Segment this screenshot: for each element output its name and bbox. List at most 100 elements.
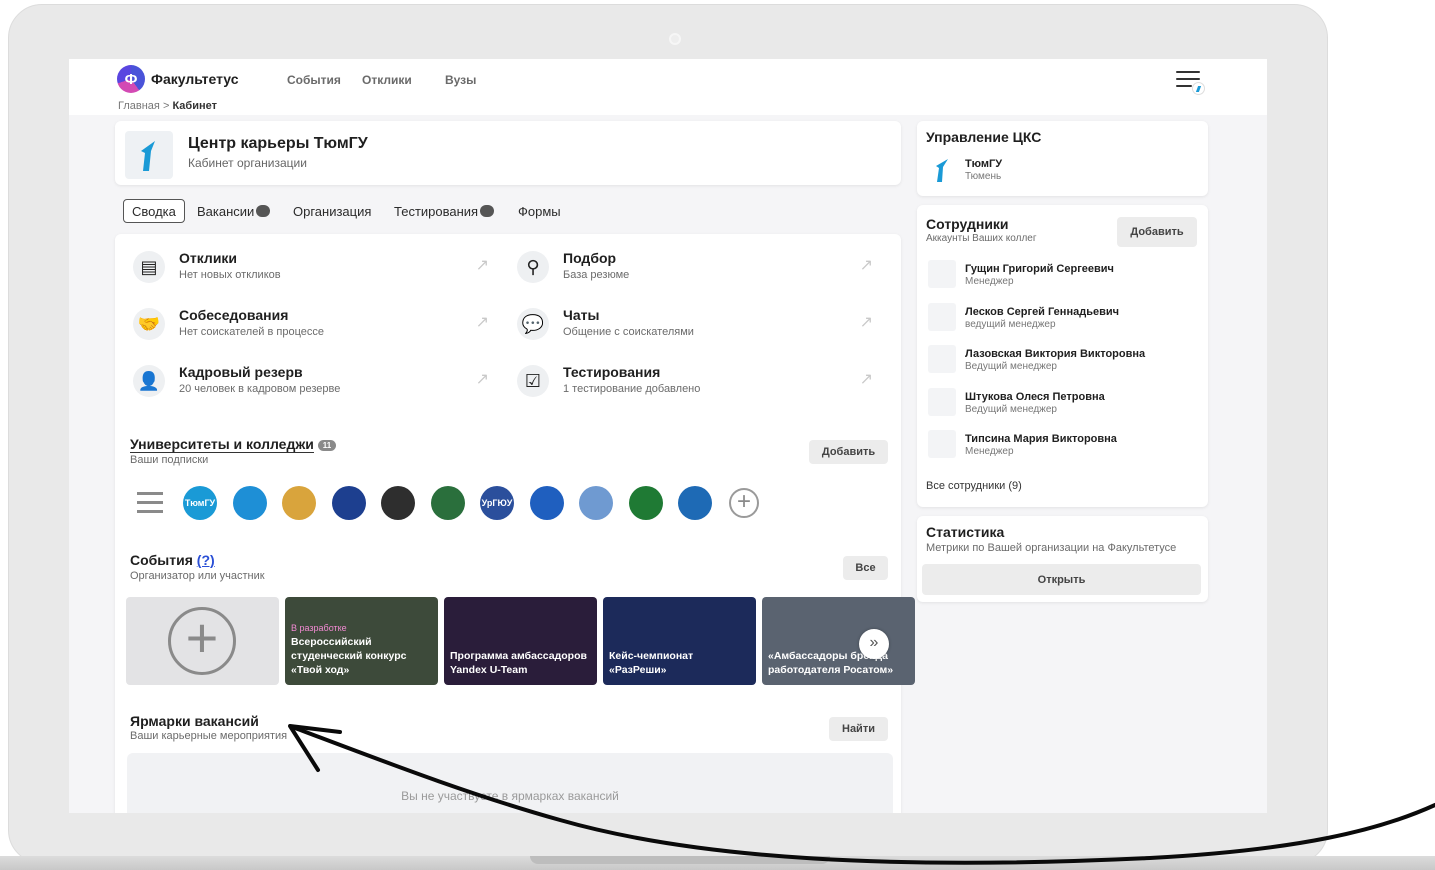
tile-title: Собеседования [179, 307, 289, 323]
tile-subtitle: 1 тестирование добавлено [563, 383, 701, 395]
events-next-arrow-icon[interactable]: » [859, 629, 889, 659]
university-logo-icon[interactable] [232, 486, 267, 520]
tab-summary-label: Сводка [132, 203, 176, 219]
universities-title: Университеты и колледжи 11 [130, 436, 337, 453]
breadcrumb-separator: > [162, 100, 170, 112]
staff-role: Ведущий менеджер [965, 403, 1057, 415]
breadcrumb-home[interactable]: Главная [118, 100, 160, 112]
tile-subtitle: Нет соискателей в процессе [179, 326, 325, 338]
university-logo-icon[interactable]: УрГЮУ [480, 486, 514, 520]
tile-testing[interactable]: ☑ Тестирования 1 тестирование добавлено … [513, 359, 883, 407]
staff-role: ведущий менеджер [965, 318, 1056, 330]
org-logo [125, 131, 173, 179]
university-logo-icon[interactable] [282, 486, 316, 520]
person-clock-icon: 👤 [133, 365, 165, 397]
tile-chats[interactable]: 💬 Чаты Общение с соискателями ↗ [513, 302, 883, 350]
org-subtitle: Кабинет организации [188, 156, 307, 170]
main-card: ▤ Отклики Нет новых откликов ↗ ⚲ Подбор … [115, 234, 915, 813]
tab-testing[interactable]: Тестирования [394, 199, 495, 223]
tile-responses[interactable]: ▤ Отклики Нет новых откликов ↗ [129, 245, 499, 293]
staff-row[interactable]: Лесков Сергей Геннадьевич ведущий менедже… [928, 302, 1198, 333]
handshake-icon: 🤝 [133, 308, 165, 340]
tile-interviews[interactable]: 🤝 Собеседования Нет соискателей в процес… [129, 302, 499, 350]
university-logo-icon[interactable] [331, 486, 366, 520]
tab-forms-label: Формы [518, 203, 561, 219]
tile-title: Тестирования [563, 364, 661, 380]
event-card-title: Программа амбассадоров Yandex U-Team [450, 649, 591, 677]
event-card[interactable]: «Амбассадоры бренда работодателя Росатом… [762, 597, 915, 685]
university-logo-icon[interactable] [628, 486, 663, 520]
logo-letter: Ф [124, 70, 138, 88]
tyumgu-logo-icon [141, 141, 155, 171]
event-card-title: Кейс-чемпионат «РазРеши» [609, 649, 750, 677]
tab-summary[interactable]: Сводка [123, 199, 185, 223]
nav-universities[interactable]: Вузы [445, 73, 476, 87]
universities-list-icon[interactable] [137, 492, 163, 514]
nav-responses[interactable]: Отклики [362, 73, 412, 87]
staff-name: Лазовская Виктория Викторовна [965, 348, 1146, 361]
university-logo-icon[interactable] [579, 486, 613, 520]
tile-reserve[interactable]: 👤 Кадровый резерв 20 человек в кадровом … [129, 359, 499, 407]
management-org-city: Тюмень [965, 171, 1002, 182]
tile-title: Кадровый резерв [179, 364, 303, 380]
events-title-text: События [130, 552, 193, 568]
event-status-tag: В разработке [291, 623, 347, 633]
find-fairs-button[interactable]: Найти [829, 717, 888, 741]
arrow-out-icon: ↗ [859, 257, 873, 274]
management-org-row[interactable]: ТюмГУ Тюмень [928, 155, 1198, 185]
nav-events[interactable]: События [287, 73, 341, 87]
university-logo-icon[interactable] [430, 486, 465, 520]
hamburger-menu-icon[interactable] [1176, 69, 1205, 95]
brand-name[interactable]: Факультетус [151, 71, 239, 87]
tab-forms[interactable]: Формы [518, 199, 561, 223]
tab-vacancies[interactable]: Вакансии [197, 199, 271, 223]
all-staff-link[interactable]: Все сотрудники (9) [926, 480, 1022, 492]
staff-name: Гущин Григорий Сергеевич [965, 263, 1114, 275]
fakultetus-logo[interactable]: Ф [117, 65, 145, 93]
tile-subtitle: 20 человек в кадровом резерве [179, 383, 341, 395]
staff-row[interactable]: Штукова Олеся Петровна Ведущий менеджер [928, 387, 1198, 418]
event-card[interactable]: В разработке Всероссийский студенческий к… [285, 597, 438, 685]
tile-subtitle: База резюме [563, 269, 630, 281]
add-event-card[interactable]: + [126, 597, 279, 685]
add-university-icon[interactable]: + [729, 488, 759, 518]
staff-role: Менеджер [965, 446, 1014, 458]
tab-organization-label: Организация [293, 203, 372, 219]
all-events-button[interactable]: Все [843, 556, 888, 580]
management-card: Управление ЦКС ТюмГУ Тюмень [917, 121, 1208, 196]
universities-title-text: Университеты и колледжи [130, 436, 314, 453]
staff-role: Ведущий менеджер [965, 361, 1057, 373]
add-university-button[interactable]: Добавить [809, 440, 888, 464]
staff-row[interactable]: Гущин Григорий Сергеевич Менеджер [928, 260, 1198, 290]
tab-vacancies-label: Вакансии [197, 203, 255, 219]
staff-card: Сотрудники Аккаунты Ваших коллег Добавит… [917, 205, 1208, 507]
stats-subtitle: Метрики по Вашей организации на Факульте… [926, 542, 1177, 554]
staff-row[interactable]: Типсина Мария Викторовна Менеджер [928, 430, 1198, 460]
staff-row[interactable]: Лазовская Виктория Викторовна Ведущий мен… [928, 345, 1198, 375]
event-card-title: «Амбассадоры бренда работодателя Росатом… [768, 649, 909, 677]
university-logo-icon[interactable] [381, 486, 415, 520]
management-org-name: ТюмГУ [965, 158, 1003, 170]
event-card[interactable]: Программа амбассадоров Yandex U-Team [444, 597, 597, 685]
tab-badge [256, 205, 271, 217]
university-logo-icon[interactable]: ТюмГУ [183, 486, 217, 520]
open-stats-button[interactable]: Открыть [922, 564, 1201, 595]
avatar [928, 260, 956, 288]
search-icon: ⚲ [517, 251, 549, 283]
stats-title: Статистика [926, 524, 1005, 540]
events-help-link[interactable]: (?) [197, 552, 215, 568]
tile-title: Подбор [563, 250, 617, 266]
university-logo-icon[interactable] [678, 486, 712, 520]
tab-testing-label: Тестирования [394, 203, 479, 219]
event-card-title: В разработке Всероссийский студенческий к… [291, 621, 432, 677]
university-logo-icon[interactable] [529, 486, 564, 520]
event-card[interactable]: Кейс-чемпионат «РазРеши» [603, 597, 756, 685]
add-staff-button[interactable]: Добавить [1117, 217, 1197, 247]
tile-selection[interactable]: ⚲ Подбор База резюме ↗ [513, 245, 883, 293]
chat-icon: 💬 [517, 308, 549, 340]
tab-organization[interactable]: Организация [293, 199, 371, 223]
avatar [928, 387, 956, 416]
staff-name: Типсина Мария Викторовна [965, 433, 1117, 446]
staff-name: Лесков Сергей Геннадьевич [965, 305, 1119, 318]
document-icon: ▤ [133, 251, 165, 283]
